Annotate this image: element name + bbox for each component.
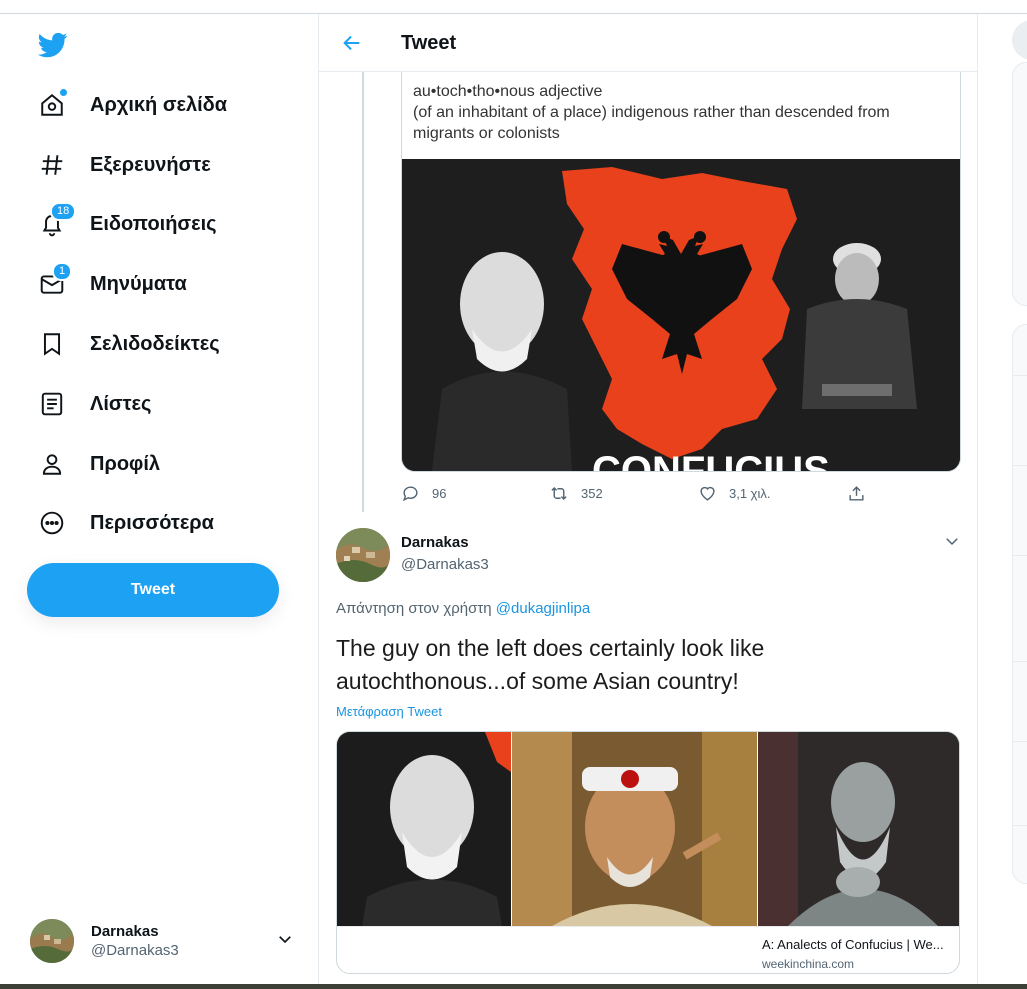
replying-to-prefix: Απάντηση στον χρήστη [336,600,492,617]
card-domain: weekinchina.com [762,957,855,971]
card-image-right [758,732,959,926]
account-switcher[interactable]: Darnakas @Darnakas3 [30,910,306,972]
svg-text:CONFUCIUS: CONFUCIUS [592,449,830,471]
list-icon [38,390,66,418]
chevron-down-icon [276,930,294,953]
bookmark-icon [38,330,66,358]
sidebar-item-more[interactable]: Περισσότερα [28,498,224,548]
sidebar-item-label: Σελιδοδείκτες [90,332,220,355]
reply-action[interactable]: 96 [401,484,446,503]
replying-to: Απάντηση στον χρήστη @dukagjinlipa [336,600,590,617]
account-handle: @Darnakas3 [91,942,179,959]
card-meta: A: Analects of Confucius | We... weekinc… [337,926,959,973]
compose-tweet-button[interactable]: Tweet [27,563,279,617]
page-header: Tweet [319,14,977,72]
bell-icon: 18 [38,202,77,238]
sidebar-item-label: Αρχική σελίδα [90,93,228,116]
avatar [30,919,74,963]
sidebar-item-label: Εξερευνήστε [90,153,211,176]
message-count-badge: 1 [52,262,73,281]
sidebar-item-lists[interactable]: Λίστες [28,379,161,429]
retweet-action[interactable]: 352 [549,484,603,503]
more-circle-icon [38,509,66,537]
search-input[interactable] [1012,20,1027,60]
translate-tweet-link[interactable]: Μετάφραση Tweet [336,704,442,719]
browser-top-strip [0,0,1027,14]
sidebar-item-notifications[interactable]: 18 Ειδοποιήσεις [28,199,227,249]
divider [1012,465,1027,466]
tweet-text-line: The guy on the left does certainly look … [336,635,765,661]
main-column: Tweet au•toch•tho•nous adjective (of an … [319,14,977,984]
reply-icon [402,486,418,502]
right-panel [1012,324,1027,884]
sidebar-item-profile[interactable]: Προφίλ [28,439,170,489]
card-title: A: Analects of Confucius | We... [762,937,944,952]
sidebar-item-label: Προφίλ [90,452,161,475]
page-title: Tweet [401,32,457,54]
like-count: 3,1 χιλ. [729,486,771,501]
home-notification-dot [59,88,68,97]
definition-text: (of an inhabitant of a place) indigenous… [413,104,890,121]
reply-count: 96 [432,486,447,501]
account-name: Darnakas [91,923,159,940]
sidebar-item-bookmarks[interactable]: Σελιδοδείκτες [28,319,230,369]
divider [1012,825,1027,826]
notification-count-badge: 18 [50,202,77,221]
divider [1012,741,1027,742]
sidebar-item-messages[interactable]: 1 Μηνύματα [28,259,197,309]
sidebar-item-home[interactable]: Αρχική σελίδα [28,80,237,130]
avatar[interactable] [336,528,390,582]
right-panel [1012,62,1027,306]
account-names: Darnakas @Darnakas3 [91,923,179,959]
envelope-icon: 1 [38,262,73,298]
heart-icon [700,486,715,501]
definition-headword: au•toch•tho•nous adjective [413,83,603,100]
tweet-author-handle[interactable]: @Darnakas3 [401,556,489,573]
retweet-count: 352 [581,486,603,501]
like-action[interactable]: 3,1 χιλ. [698,484,771,503]
tweet-actions: 96 352 3,1 χιλ. [401,484,961,506]
definition-text: migrants or colonists [413,125,560,142]
right-sidebar [978,14,1027,984]
card-image-middle [512,732,757,926]
back-arrow-icon[interactable] [341,32,363,54]
person-icon [38,450,66,478]
thread-connector-line [362,72,364,512]
taskbar-strip [0,984,1027,989]
divider [1012,555,1027,556]
dictionary-definition: au•toch•tho•nous adjective (of an inhabi… [413,81,890,144]
chevron-down-icon[interactable] [943,532,961,555]
tweet-text: The guy on the left does certainly look … [336,632,956,698]
share-icon [849,486,864,501]
sidebar-item-label: Λίστες [90,392,152,415]
tweet-text-line: autochthonous...of some Asian country! [336,668,739,694]
hashtag-icon [38,151,66,179]
home-icon [38,88,68,119]
sidebar-item-label: Περισσότερα [90,511,214,534]
card-image-left [337,732,511,926]
twitter-logo-icon[interactable] [36,30,70,60]
link-preview-card[interactable]: A: Analects of Confucius | We... weekinc… [336,731,960,974]
divider [1012,661,1027,662]
retweet-icon [551,486,567,501]
replying-to-link[interactable]: @dukagjinlipa [496,600,590,617]
sidebar-item-explore[interactable]: Εξερευνήστε [28,140,221,190]
quoted-tweet-image[interactable]: CONFUCIUS [402,159,960,471]
sidebar: Αρχική σελίδα Εξερευνήστε 18 Ειδοποιήσει… [0,14,318,984]
sidebar-item-label: Ειδοποιήσεις [90,212,217,235]
divider [1012,375,1027,376]
sidebar-item-label: Μηνύματα [90,272,187,295]
share-action[interactable] [847,484,866,503]
tweet-author-name[interactable]: Darnakas [401,534,469,551]
